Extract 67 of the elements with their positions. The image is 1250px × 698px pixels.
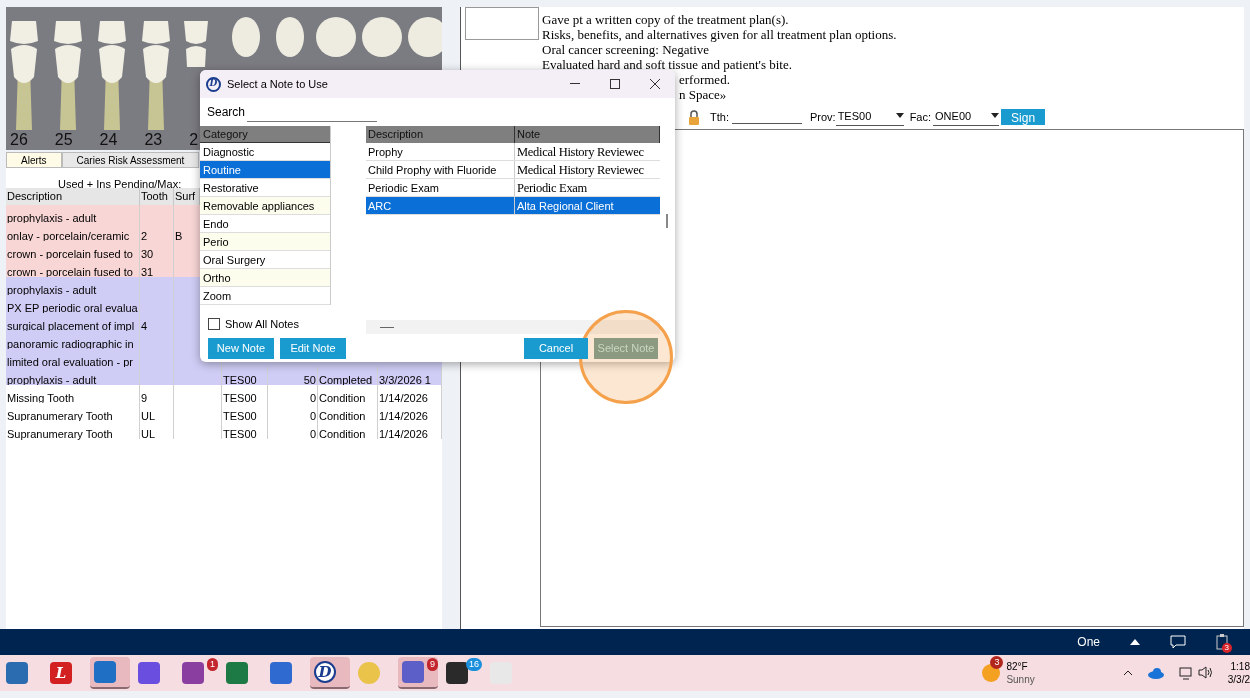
clock-date: 3/3/2 <box>1227 673 1250 686</box>
table-cell: 50 <box>303 374 316 386</box>
dialog-title: Select a Note to Use <box>227 76 328 92</box>
weather-condition: Sunny <box>1006 673 1035 686</box>
note-line: Evaluated hard and soft tissue and patient's bite. <box>542 57 792 72</box>
table-cell: Completed <box>319 374 373 386</box>
table-cell: B <box>175 230 183 242</box>
tooth-number: 23 <box>144 130 163 150</box>
search-label: Search <box>207 104 246 121</box>
table-cell: Missing Tooth <box>7 392 75 404</box>
table-cell: UL <box>141 428 156 440</box>
table-cell: Supranumerary Tooth <box>7 410 113 422</box>
table-cell: onlay - porcelain/ceramic <box>7 230 130 242</box>
table-cell: prophylaxis - adult <box>7 212 97 224</box>
table-cell: prophylaxis - adult <box>7 284 97 296</box>
table-cell: limited oral evaluation - pr <box>7 356 133 368</box>
tooth-number: 25 <box>54 130 73 150</box>
facility-label: Fac: <box>909 109 932 125</box>
table-cell: PX EP periodic oral evalua <box>7 302 138 314</box>
note-line: Risks, benefits, and alternatives given for all treatment plan options. <box>542 27 897 42</box>
table-cell: 2 <box>141 230 148 242</box>
table-cell: 4 <box>141 320 148 332</box>
table-cell: 1/14/2026 <box>379 410 428 422</box>
tooth-label: Tth: <box>710 109 729 125</box>
notification-badge: 1 <box>207 658 218 671</box>
table-cell: 1/14/2026 <box>379 428 428 440</box>
table-cell: Condition <box>319 410 366 422</box>
table-cell: UL <box>141 410 156 422</box>
note-line: Gave pt a written copy of the treatment plan(s). <box>542 12 789 27</box>
table-cell: TES00 <box>223 374 257 386</box>
show-all-label: Show All Notes <box>225 316 299 332</box>
table-cell: Supranumerary Tooth <box>7 428 113 440</box>
table-cell: prophylaxis - adult <box>7 374 97 386</box>
table-cell: TES00 <box>223 410 257 422</box>
table-cell: crown - porcelain fused to <box>7 248 133 260</box>
table-cell: 0 <box>309 392 316 404</box>
table-cell: panoramic radiographic in <box>7 338 134 350</box>
notification-badge: 9 <box>427 658 438 671</box>
table-cell: 30 <box>141 248 154 260</box>
column-header: Category <box>200 126 330 143</box>
table-cell: 0 <box>309 428 316 440</box>
table-cell: surgical placement of impl <box>7 320 135 332</box>
notification-badge: 16 <box>466 658 482 671</box>
note-line: erformed. <box>679 72 730 87</box>
note-line: n Space» <box>679 87 727 102</box>
table-cell: 9 <box>141 392 148 404</box>
provider-label: Prov: <box>809 109 836 125</box>
table-cell: TES00 <box>223 428 257 440</box>
table-cell: 1/14/2026 <box>379 392 428 404</box>
notification-badge: 3 <box>990 656 1004 669</box>
table-cell: TES00 <box>223 392 257 404</box>
tooth-number: 24 <box>99 130 118 150</box>
tooth-number: 2 <box>189 130 199 150</box>
weather-temperature: 82°F <box>1006 660 1029 673</box>
location-label: One <box>1077 634 1100 651</box>
table-cell: crown - porcelain fused to <box>7 266 133 278</box>
table-cell: 0 <box>309 410 316 422</box>
clock-time: 1:18 <box>1230 660 1250 673</box>
note-line: Oral cancer screening: Negative <box>542 42 710 57</box>
notification-badge: 3 <box>1221 643 1232 653</box>
table-cell: 31 <box>141 266 154 278</box>
benefits-summary: Used + Ins Pending/Max: <box>58 178 182 190</box>
table-cell: Condition <box>319 428 366 440</box>
app-logo: D <box>206 76 221 92</box>
tooth-number: 26 <box>10 130 28 150</box>
table-cell: Condition <box>319 392 366 404</box>
table-cell: 3/3/2026 1 <box>379 374 431 386</box>
